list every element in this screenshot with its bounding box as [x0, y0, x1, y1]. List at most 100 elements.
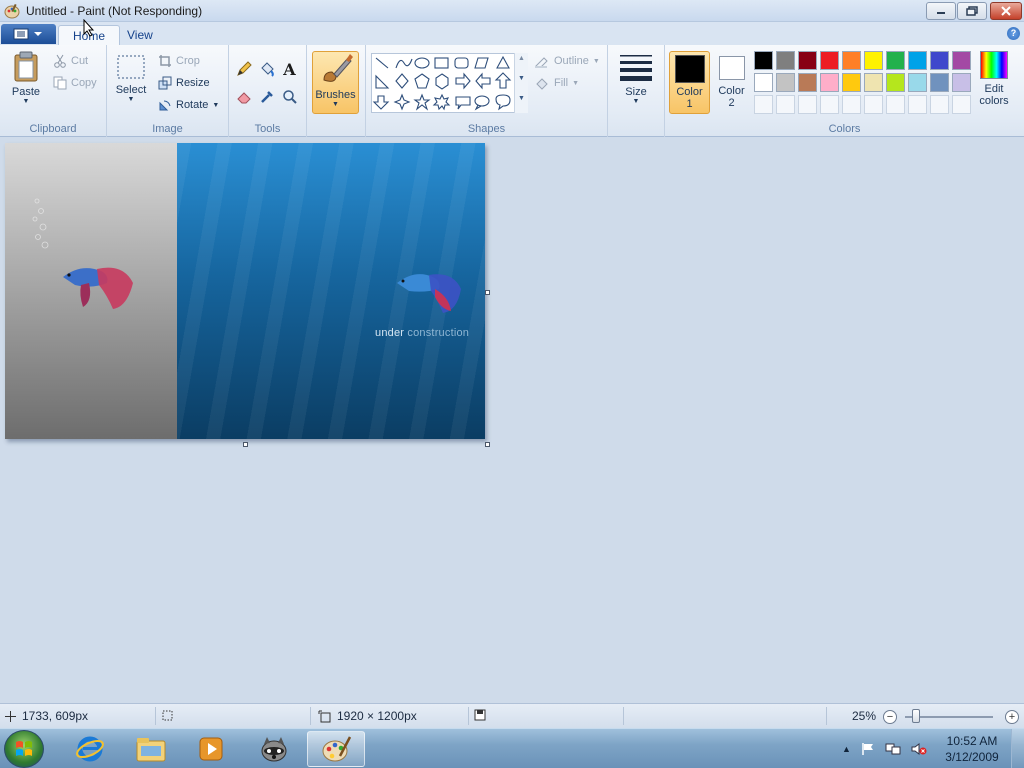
- taskbar-raccoon-app[interactable]: [245, 731, 303, 767]
- magnifier-tool[interactable]: [279, 87, 300, 107]
- raccoon-app-icon: [261, 737, 287, 762]
- minimize-button[interactable]: [926, 2, 956, 20]
- canvas-workspace[interactable]: under construction: [0, 138, 1024, 702]
- network-icon[interactable]: [885, 742, 901, 756]
- start-button[interactable]: [4, 730, 44, 768]
- zoom-slider-thumb[interactable]: [912, 709, 920, 723]
- taskbar-internet-explorer[interactable]: [61, 731, 119, 767]
- color-swatch[interactable]: [886, 95, 905, 114]
- crop-label: Crop: [176, 55, 200, 67]
- color-swatch[interactable]: [820, 51, 839, 70]
- crop-button[interactable]: Crop: [158, 52, 200, 70]
- paint-palette-icon[interactable]: [4, 3, 20, 19]
- status-divider: [155, 707, 156, 725]
- outline-button[interactable]: Outline ▼: [534, 52, 600, 70]
- color-swatch[interactable]: [864, 51, 883, 70]
- chevron-down-icon: ▼: [127, 96, 135, 103]
- canvas-image[interactable]: under construction: [5, 143, 485, 439]
- color-swatch[interactable]: [908, 73, 927, 92]
- color-picker-icon: [260, 91, 273, 103]
- color-swatch[interactable]: [886, 73, 905, 92]
- eraser-tool[interactable]: [233, 87, 254, 107]
- tools-group-label: Tools: [254, 123, 281, 135]
- text-tool[interactable]: A: [279, 59, 300, 79]
- show-desktop-button[interactable]: [1011, 729, 1024, 768]
- scroll-up-icon[interactable]: ▲: [518, 55, 525, 62]
- color-swatch[interactable]: [930, 95, 949, 114]
- paint-menu-button[interactable]: [1, 24, 56, 44]
- betta-fish-icon: [63, 267, 133, 309]
- paste-button[interactable]: Paste ▼: [6, 51, 46, 105]
- color-swatch[interactable]: [952, 73, 971, 92]
- color-swatch[interactable]: [952, 51, 971, 70]
- file-size: [474, 709, 486, 721]
- color-swatch[interactable]: [930, 73, 949, 92]
- shapes-scrollbar[interactable]: ▲ ▼ ▼: [514, 53, 528, 113]
- edit-colors-button[interactable]: Edit colors: [975, 51, 1013, 107]
- fill-tool[interactable]: [256, 59, 277, 79]
- color-swatch[interactable]: [754, 73, 773, 92]
- zoom-out-button[interactable]: −: [883, 710, 897, 724]
- color-swatch[interactable]: [842, 95, 861, 114]
- rotate-button[interactable]: Rotate ▼: [158, 96, 219, 114]
- tools-group: A Tools: [229, 45, 307, 137]
- taskbar-windows-explorer[interactable]: [122, 731, 180, 767]
- color-swatch[interactable]: [798, 73, 817, 92]
- color-swatch[interactable]: [930, 51, 949, 70]
- color-swatch[interactable]: [864, 73, 883, 92]
- help-icon[interactable]: ?: [1007, 27, 1020, 40]
- select-button[interactable]: Select ▼: [113, 53, 149, 103]
- color-picker-tool[interactable]: [256, 87, 277, 107]
- color-swatch[interactable]: [798, 51, 817, 70]
- maximize-button[interactable]: [957, 2, 987, 20]
- color-swatch[interactable]: [754, 95, 773, 114]
- tab-view[interactable]: View: [113, 25, 167, 45]
- color-swatch[interactable]: [820, 73, 839, 92]
- taskbar-paint[interactable]: [307, 731, 365, 767]
- color-swatch[interactable]: [908, 95, 927, 114]
- color1-number: 1: [686, 98, 693, 110]
- scroll-down-icon[interactable]: ▼: [518, 75, 525, 82]
- color-swatch[interactable]: [952, 95, 971, 114]
- copy-button[interactable]: Copy: [53, 74, 97, 92]
- color-swatch[interactable]: [820, 95, 839, 114]
- chevron-down-icon: ▼: [332, 101, 339, 108]
- color2-button[interactable]: Color 2: [713, 51, 750, 114]
- color-swatch[interactable]: [908, 51, 927, 70]
- brushes-button[interactable]: Brushes ▼: [312, 51, 359, 114]
- color-swatch[interactable]: [886, 51, 905, 70]
- color-swatch[interactable]: [776, 51, 795, 70]
- taskbar-media-player[interactable]: [182, 731, 240, 767]
- color-swatch[interactable]: [776, 73, 795, 92]
- paste-label: Paste: [11, 86, 41, 98]
- pencil-tool[interactable]: [233, 59, 254, 79]
- color-swatch[interactable]: [842, 51, 861, 70]
- color-swatch[interactable]: [864, 95, 883, 114]
- resize-handle-bottom[interactable]: [243, 442, 248, 447]
- fill-button[interactable]: Fill ▼: [534, 74, 579, 92]
- color-swatch[interactable]: [798, 95, 817, 114]
- clock[interactable]: 10:52 AM 3/12/2009: [940, 733, 1004, 765]
- show-hidden-icons-icon[interactable]: ▲: [842, 744, 851, 754]
- resize-handle-right[interactable]: [485, 290, 490, 295]
- zoom-in-button[interactable]: +: [1005, 710, 1019, 724]
- shapes-gallery-icons: [372, 55, 512, 111]
- color-swatch[interactable]: [754, 51, 773, 70]
- color-swatch[interactable]: [842, 73, 861, 92]
- cut-label: Cut: [71, 55, 89, 67]
- color1-button[interactable]: Color 1: [669, 51, 710, 114]
- cursor-position-text: 1733, 609px: [22, 709, 89, 723]
- media-player-icon: [199, 737, 223, 761]
- volume-muted-icon[interactable]: [911, 742, 927, 756]
- size-label: Size: [625, 86, 647, 98]
- action-center-flag-icon[interactable]: [861, 742, 875, 756]
- cut-button[interactable]: Cut: [53, 52, 88, 70]
- resize-handle-corner[interactable]: [485, 442, 490, 447]
- resize-button[interactable]: Resize: [158, 74, 210, 92]
- ribbon-tab-row: Home View ?: [0, 22, 1024, 45]
- internet-explorer-icon: [76, 736, 104, 762]
- expand-gallery-icon[interactable]: ▼: [518, 95, 525, 102]
- color-swatch[interactable]: [776, 95, 795, 114]
- size-button[interactable]: Size ▼: [616, 53, 656, 105]
- close-button[interactable]: [990, 2, 1022, 20]
